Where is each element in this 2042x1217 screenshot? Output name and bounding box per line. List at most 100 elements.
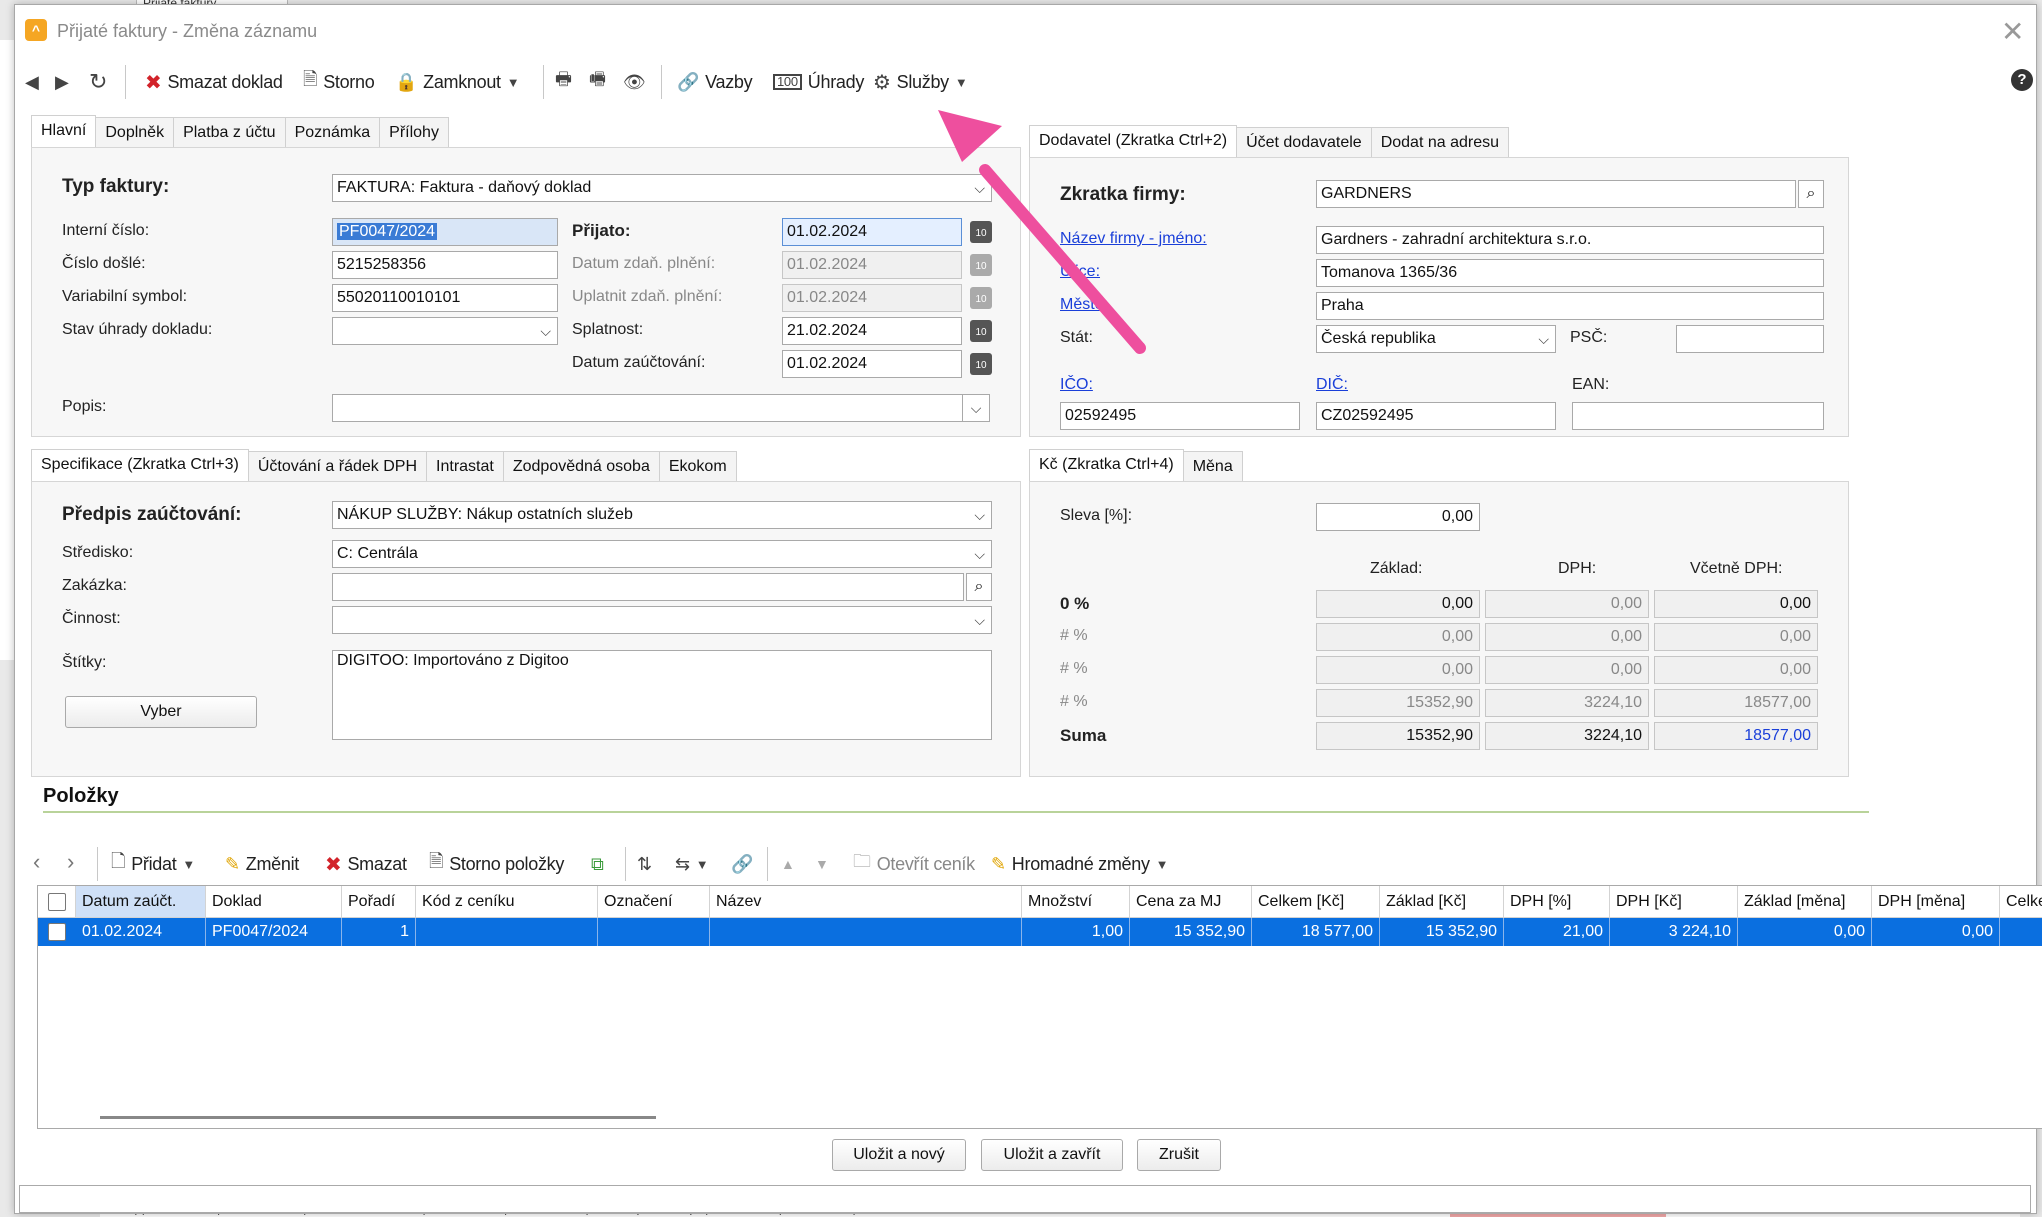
items-next-button[interactable]: › (67, 847, 74, 877)
ulice-link[interactable]: Ulice: (1060, 263, 1100, 281)
stitky-textarea[interactable]: DIGITOO: Importováno z Digitoo (332, 650, 992, 740)
tab-intrastat[interactable]: Intrastat (426, 451, 504, 481)
tab-hlavni[interactable]: Hlavní (31, 115, 97, 147)
sort-button[interactable]: ⇅ (637, 849, 652, 879)
tab-dodavatel[interactable]: Dodavatel (Zkratka Ctrl+2) (1029, 125, 1238, 157)
delete-item-button[interactable]: ✖ Smazat (325, 849, 407, 879)
popis-dropdown-button[interactable]: ⌵ (962, 394, 990, 422)
stav-uhrady-select[interactable]: ⌵ (332, 317, 558, 345)
save-and-close-button[interactable]: Uložit a zavřít (981, 1139, 1123, 1171)
column-header[interactable]: Cena za MJ (1130, 886, 1252, 918)
column-header[interactable]: Název (710, 886, 1022, 918)
stat-select[interactable]: Česká republika ⌵ (1316, 325, 1556, 353)
column-header[interactable]: Pořadí (342, 886, 416, 918)
search-icon[interactable]: ⌕ (1798, 180, 1824, 208)
column-header[interactable]: Základ [Kč] (1380, 886, 1504, 918)
tab-mena[interactable]: Měna (1182, 451, 1243, 481)
save-and-new-button[interactable]: Uložit a nový (832, 1139, 966, 1171)
dic-input[interactable]: CZ02592495 (1316, 402, 1556, 430)
move-up-button[interactable]: ▲ (781, 849, 795, 879)
edit-item-button[interactable]: ✎ Změnit (225, 849, 299, 879)
popis-input[interactable] (332, 394, 964, 422)
select-all-checkbox[interactable] (48, 893, 66, 911)
help-icon[interactable]: ? (2011, 69, 2033, 91)
items-prev-button[interactable]: ‹ (33, 847, 40, 877)
calendar-icon[interactable]: 10 (970, 221, 992, 243)
sleva-input[interactable]: 0,00 (1316, 503, 1480, 531)
nazev-firmy-input[interactable]: Gardners - zahradní architektura s.r.o. (1316, 226, 1824, 254)
print-preview-button[interactable]: 🖷 (589, 67, 606, 97)
column-header[interactable]: Kód z ceníku (416, 886, 598, 918)
payments-button[interactable]: 100 Úhrady (773, 67, 864, 97)
cislo-dosle-input[interactable]: 5215258356 (332, 251, 558, 279)
column-header[interactable]: Datum zaúčt. (76, 886, 206, 918)
ean-input[interactable] (1572, 402, 1824, 430)
refresh-button[interactable]: ↻ (89, 67, 107, 97)
links-button[interactable]: 🔗 Vazby (677, 67, 753, 97)
tab-prilohy[interactable]: Přílohy (379, 117, 449, 147)
tab-kc[interactable]: Kč (Zkratka Ctrl+4) (1029, 449, 1184, 481)
cancel-button[interactable]: Zrušit (1137, 1139, 1221, 1171)
column-header[interactable]: Doklad (206, 886, 342, 918)
tab-specifikace[interactable]: Specifikace (Zkratka Ctrl+3) (31, 449, 249, 481)
search-icon[interactable]: ⌕ (966, 573, 992, 601)
copy-items-button[interactable]: ⧉ (591, 849, 604, 879)
tab-poznamka[interactable]: Poznámka (284, 117, 381, 147)
column-header[interactable]: DPH [Kč] (1610, 886, 1738, 918)
ulice-input[interactable]: Tomanova 1365/36 (1316, 259, 1824, 287)
stredisko-select[interactable]: C: Centrála ⌵ (332, 540, 992, 568)
bulk-changes-button[interactable]: ✎ Hromadné změny ▼ (991, 849, 1169, 879)
typ-faktury-select[interactable]: FAKTURA: Faktura - daňový doklad ⌵ (332, 174, 992, 202)
column-header[interactable]: Celkem (2000, 886, 2042, 918)
close-icon[interactable]: ✕ (2001, 15, 2024, 48)
column-header[interactable]: Označení (598, 886, 710, 918)
delete-document-button[interactable]: ✖ Smazat doklad (145, 67, 283, 97)
move-down-button[interactable]: ▼ (815, 849, 829, 879)
tab-platba-z-uctu[interactable]: Platba z účtu (173, 117, 286, 147)
storno-button[interactable]: 🗎 Storno (303, 67, 375, 97)
tab-uctovani-dph[interactable]: Účtování a řádek DPH (247, 451, 428, 481)
psc-input[interactable] (1676, 325, 1824, 353)
lock-button[interactable]: 🔒 Zamknout ▼ (395, 67, 520, 97)
tab-zodpovedna-osoba[interactable]: Zodpovědná osoba (502, 451, 660, 481)
splatnost-date-input[interactable]: 21.02.2024 (782, 317, 962, 345)
zkratka-firmy-input[interactable]: GARDNERS (1316, 180, 1796, 208)
services-button[interactable]: ⚙ Služby ▼ (873, 67, 968, 97)
cinnost-select[interactable]: ⌵ (332, 606, 992, 634)
datum-zauct-date-input[interactable]: 01.02.2024 (782, 350, 962, 378)
variabilni-symbol-input[interactable]: 55020110010101 (332, 284, 558, 312)
tab-doplnek[interactable]: Doplněk (95, 117, 175, 147)
calendar-icon[interactable]: 10 (970, 353, 992, 375)
item-links-button[interactable]: 🔗 (731, 849, 753, 879)
print-button[interactable]: 🖶 (555, 67, 572, 97)
add-item-button[interactable]: 🗋 Přidat ▼ (111, 849, 195, 879)
nav-back-button[interactable]: ◀ (25, 67, 39, 97)
zakazka-input[interactable] (332, 573, 964, 601)
dic-link[interactable]: DIČ: (1316, 376, 1348, 394)
horizontal-scrollbar[interactable] (100, 1116, 656, 1119)
predpis-select[interactable]: NÁKUP SLUŽBY: Nákup ostatních služeb ⌵ (332, 501, 992, 529)
storno-items-button[interactable]: 🗎 Storno položky (429, 849, 564, 879)
row-checkbox[interactable] (48, 923, 66, 941)
column-header[interactable]: DPH [%] (1504, 886, 1610, 918)
nazev-firmy-link[interactable]: Název firmy - jméno: (1060, 230, 1207, 248)
calendar-icon[interactable]: 10 (970, 320, 992, 342)
prijato-date-input[interactable]: 01.02.2024 (782, 218, 962, 246)
preview-button[interactable]: 👁 (623, 67, 646, 97)
tab-ucet-dodavatele[interactable]: Účet dodavatele (1236, 127, 1372, 157)
mesto-link[interactable]: Město: (1060, 296, 1108, 314)
open-pricelist-button[interactable]: 🗀 Otevřít ceník (853, 849, 975, 879)
nav-forward-button[interactable]: ▶ (55, 67, 69, 97)
ico-link[interactable]: IČO: (1060, 376, 1093, 394)
mesto-input[interactable]: Praha (1316, 292, 1824, 320)
tab-ekokom[interactable]: Ekokom (658, 451, 737, 481)
tab-dodat-na-adresu[interactable]: Dodat na adresu (1370, 127, 1510, 157)
column-header[interactable]: DPH [měna] (1872, 886, 2000, 918)
column-header[interactable]: Základ [měna] (1738, 886, 1872, 918)
vyber-button[interactable]: Vyber (65, 696, 257, 728)
interni-cislo-input[interactable]: PF0047/2024 (332, 218, 558, 246)
ico-input[interactable]: 02592495 (1060, 402, 1300, 430)
column-header[interactable]: Celkem [Kč] (1252, 886, 1380, 918)
column-header[interactable]: Množství (1022, 886, 1130, 918)
transfer-button[interactable]: ⇆ ▼ (675, 849, 709, 879)
